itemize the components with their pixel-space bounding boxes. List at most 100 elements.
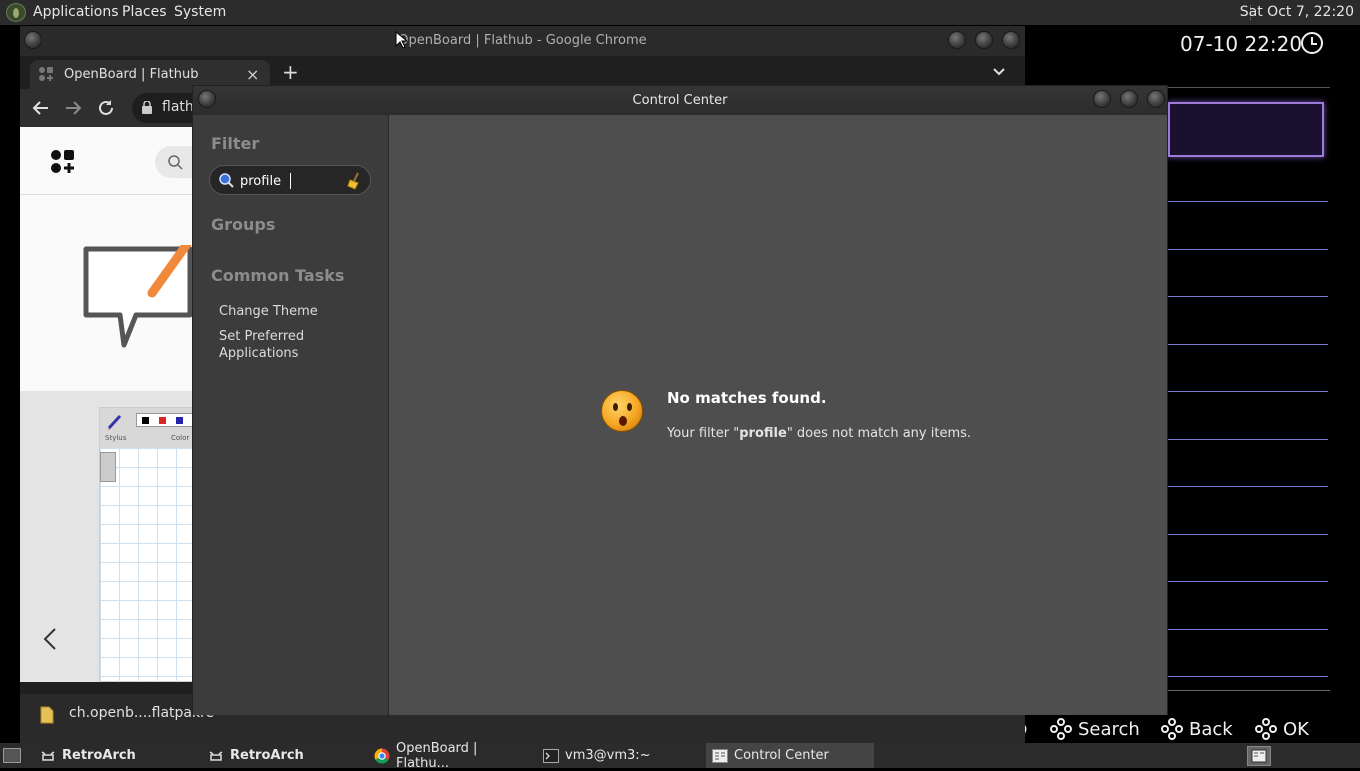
face-eye [613,403,618,411]
applications-menu[interactable]: Applications [33,4,119,20]
stylus-icon [106,413,124,431]
gnome-foot-icon[interactable] [6,3,26,22]
taskbar-label: RetroArch [62,748,136,763]
control-center-content: No matches found. Your filter "profile" … [388,115,1167,715]
taskbar-label: vm3@vm3:~ [565,748,651,763]
openboard-hero [20,195,192,391]
window-menu-button[interactable] [24,31,42,49]
carousel-prev-chevron-icon[interactable] [42,627,58,651]
flathub-favicon-icon [38,66,54,82]
retroarch-list-item[interactable] [1168,201,1328,202]
control-center-titlebar[interactable]: Control Center [193,86,1167,115]
face-eye [627,403,632,411]
retroarch-hint-search[interactable]: Search [1050,718,1140,740]
taskbar-label: RetroArch [230,748,304,763]
search-icon [167,154,183,170]
new-tab-button[interactable]: + [282,60,299,84]
retroarch-selected-item[interactable] [1168,102,1324,157]
retroarch-list-item[interactable] [1168,344,1328,345]
url-text: flath [162,99,194,115]
reload-icon[interactable] [97,99,115,117]
app-screenshot[interactable]: Stylus Color [99,407,192,682]
screenshot-canvas [100,448,192,682]
task-change-theme[interactable]: Change Theme [219,303,318,320]
control-center-window: Control Center Filter Groups Common Task… [192,85,1168,715]
taskbar-item-retroarch[interactable]: RetroArch [34,743,192,768]
retroarch-icon [40,749,56,763]
surprised-face-icon [601,390,643,432]
close-button[interactable] [1147,90,1165,108]
no-matches-title: No matches found. [667,389,827,407]
places-menu[interactable]: Places [122,4,167,20]
chrome-titlebar[interactable]: OpenBoard | Flathub - Google Chrome [20,26,1025,56]
retroarch-divider [1168,87,1330,88]
retroarch-list-item[interactable] [1168,581,1328,582]
retroarch-hint-back[interactable]: Back [1161,718,1233,740]
minimize-button[interactable] [1093,90,1111,108]
control-center-title: Control Center [632,93,728,108]
taskbar-item-terminal[interactable]: vm3@vm3:~ [537,743,703,768]
show-desktop-icon[interactable] [3,748,21,763]
retroarch-list-item[interactable] [1168,249,1328,250]
chrome-icon [374,748,390,764]
retroarch-list-item[interactable] [1168,629,1328,630]
screenshot-carousel: Stylus Color [20,391,192,682]
bottom-taskbar: RetroArch RetroArch OpenBoard | Flathu..… [0,741,1360,771]
no-matches-message: Your filter "profile" does not match any… [667,426,971,441]
message-suffix: " does not match any items. [786,426,972,441]
minimize-button[interactable] [948,31,966,49]
gamepad-icon [1161,718,1183,740]
retroarch-list-item[interactable] [1168,439,1328,440]
retroarch-list-item[interactable] [1168,486,1328,487]
search-icon [218,172,234,188]
task-set-preferred-applications[interactable]: Set Preferred Applications [219,328,329,362]
terminal-icon [543,748,559,763]
flathub-page: Stylus Color [20,127,192,682]
clear-filter-broom-icon[interactable] [346,172,362,190]
flathub-logo-icon[interactable] [50,149,76,175]
filter-field[interactable] [209,165,371,195]
retroarch-hint-ok[interactable]: OK [1255,718,1309,740]
text-caret [290,173,291,189]
taskbar-item-chrome[interactable]: OpenBoard | Flathu... [368,741,534,771]
retroarch-list-item[interactable] [1168,676,1328,677]
window-menu-button[interactable] [198,90,216,108]
maximize-button[interactable] [975,31,993,49]
close-button[interactable] [1002,31,1020,49]
retroarch-icon [208,749,224,763]
back-arrow-icon[interactable] [32,99,50,117]
retroarch-list-item[interactable] [1168,391,1328,392]
forward-arrow-icon[interactable] [64,99,82,117]
lock-icon [142,100,152,114]
flathub-header [20,127,192,195]
face-mouth [619,416,627,426]
retroarch-list-item[interactable] [1168,534,1328,535]
color-swatch [176,417,183,424]
taskbar-item-control-center[interactable]: Control Center [706,743,874,768]
control-center-sidebar: Filter Groups Common Tasks Change Theme … [193,115,387,715]
mouse-pointer-icon [395,30,409,49]
system-menu[interactable]: System [174,4,226,20]
taskbar-label: Control Center [734,748,829,763]
color-swatch [142,417,149,424]
color-swatch [159,417,166,424]
stylus-label: Stylus [105,434,127,442]
common-tasks-heading: Common Tasks [211,266,345,285]
tab-close-icon[interactable]: × [246,65,259,84]
control-center-icon [712,748,728,763]
taskbar-item-retroarch-2[interactable]: RetroArch [202,743,362,768]
clock-icon [1301,32,1323,54]
top-panel: Applications Places System Sat Oct 7, 22… [0,0,1360,25]
panel-clock[interactable]: Sat Oct 7, 22:20 [1240,4,1354,20]
flathub-search-input[interactable] [155,146,192,178]
filter-heading: Filter [211,134,260,153]
color-palette[interactable] [136,413,192,427]
workspace-switcher[interactable] [1247,746,1271,766]
screenshot-toolbar: Stylus Color [100,408,192,448]
retroarch-list-item[interactable] [1168,296,1328,297]
retroarch-clock: 07-10 22:20 [1180,32,1303,56]
message-term: profile [739,426,787,441]
tab-search-chevron-icon[interactable] [992,64,1006,78]
maximize-button[interactable] [1120,90,1138,108]
gamepad-icon [1050,718,1072,740]
